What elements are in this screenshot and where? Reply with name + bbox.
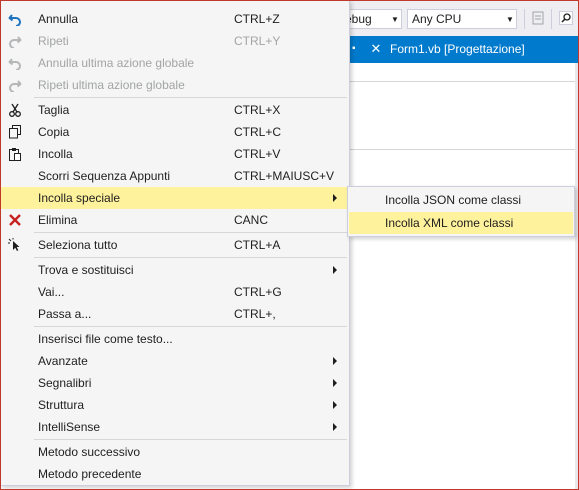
chevron-down-icon: ▼ (506, 14, 514, 24)
platform-combo[interactable]: Any CPU ▼ (407, 9, 517, 29)
menu-item-label: Vai... (38, 285, 65, 299)
copy-icon (7, 124, 23, 140)
menu-item-metodo-precedente[interactable]: Metodo precedente (1, 463, 349, 485)
menu-item-metodo-successivo[interactable]: Metodo successivo (1, 441, 349, 463)
menu-separator (34, 97, 347, 98)
submenu-arrow-icon (333, 401, 337, 409)
menu-item-label: Segnalibri (38, 376, 92, 390)
submenu-item-incolla-json[interactable]: Incolla JSON come classi (349, 189, 573, 211)
menu-item-label: Trova e sostituisci (38, 263, 134, 277)
menu-item-inserisci-file[interactable]: Inserisci file come testo... (1, 328, 349, 350)
menu-separator (34, 326, 347, 327)
submenu-arrow-icon (333, 379, 337, 387)
menu-item-label: IntelliSense (38, 420, 101, 434)
menu-item-label: Metodo successivo (38, 445, 141, 459)
menu-item-shortcut: CTRL+MAIUSC+V (234, 169, 335, 183)
menu-item-annulla[interactable]: Annulla CTRL+Z (1, 8, 349, 30)
menu-item-shortcut: CTRL+Z (234, 12, 280, 26)
menu-item-label: Annulla (38, 12, 79, 26)
menu-item-shortcut: CTRL+, (234, 307, 276, 321)
tab-label: Form1.vb [Progettazione] (390, 41, 525, 56)
menu-separator (34, 257, 347, 258)
menu-item-label: Annulla ultima azione globale (38, 56, 195, 70)
global-redo-icon (7, 77, 23, 93)
pin-icon[interactable]: ▪ (352, 43, 364, 54)
designer-divider (350, 81, 575, 82)
menu-item-shortcut: CTRL+G (234, 285, 282, 299)
vertical-scrollbar[interactable] (575, 63, 579, 490)
search-toolbar-button[interactable] (558, 10, 574, 26)
menu-item-label: Metodo precedente (38, 467, 142, 481)
menu-item-ripeti[interactable]: Ripeti CTRL+Y (1, 30, 349, 52)
menu-item-label: Ripeti ultima azione globale (38, 78, 185, 92)
menu-item-label: Scorri Sequenza Appunti (38, 169, 171, 183)
paste-icon (7, 146, 23, 162)
menu-item-seleziona-tutto[interactable]: Seleziona tutto CTRL+A (1, 234, 349, 256)
close-icon[interactable]: ✕ (368, 41, 384, 57)
platform-combo-value: Any CPU (412, 12, 462, 26)
menu-item-segnalibri[interactable]: Segnalibri (1, 372, 349, 394)
menu-item-incolla[interactable]: Incolla CTRL+V (1, 143, 349, 165)
menu-item-intellisense[interactable]: IntelliSense (1, 416, 349, 438)
document-icon (532, 11, 544, 25)
menu-item-copia[interactable]: Copia CTRL+C (1, 121, 349, 143)
menu-item-label: Incolla (38, 147, 73, 161)
menu-item-shortcut: CTRL+Y (234, 34, 281, 48)
menu-item-label: Avanzate (38, 354, 88, 368)
menu-item-passa-a[interactable]: Passa a... CTRL+, (1, 303, 349, 325)
menu-item-vai[interactable]: Vai... CTRL+G (1, 281, 349, 303)
menu-separator (34, 232, 347, 233)
menu-item-label: Incolla speciale (38, 191, 121, 205)
menu-item-incolla-speciale[interactable]: Incolla speciale (1, 187, 349, 209)
menu-item-label: Seleziona tutto (38, 238, 118, 252)
submenu-arrow-icon (333, 423, 337, 431)
menu-item-shortcut: CTRL+X (234, 103, 281, 117)
menu-item-struttura[interactable]: Struttura (1, 394, 349, 416)
menu-item-label: Ripeti (38, 34, 69, 48)
menu-item-label: Incolla JSON come classi (385, 193, 522, 207)
menu-item-shortcut: CTRL+V (234, 147, 281, 161)
toolbar-separator (524, 9, 525, 29)
undo-icon (7, 11, 23, 27)
menu-item-scorri-appunti[interactable]: Scorri Sequenza Appunti CTRL+MAIUSC+V (1, 165, 349, 187)
menu-item-elimina[interactable]: Elimina CANC (1, 209, 349, 231)
menu-item-label: Elimina (38, 213, 78, 227)
menu-item-taglia[interactable]: Taglia CTRL+X (1, 99, 349, 121)
redo-icon (7, 33, 23, 49)
chevron-down-icon: ▼ (391, 14, 399, 24)
menu-item-annulla-globale[interactable]: Annulla ultima azione globale (1, 52, 349, 74)
global-undo-icon (7, 55, 23, 71)
edit-context-menu: Annulla CTRL+Z Ripeti CTRL+Y Annulla ult… (0, 0, 350, 486)
menu-item-shortcut: CTRL+A (234, 238, 281, 252)
submenu-arrow-icon (333, 194, 337, 202)
menu-item-shortcut: CANC (234, 213, 269, 227)
menu-item-label: Passa a... (38, 307, 92, 321)
delete-icon (7, 212, 23, 228)
menu-item-trova-sostituisci[interactable]: Trova e sostituisci (1, 259, 349, 281)
paste-special-submenu: Incolla JSON come classi Incolla XML com… (347, 186, 575, 237)
menu-item-ripeti-globale[interactable]: Ripeti ultima azione globale (1, 74, 349, 96)
menu-item-avanzate[interactable]: Avanzate (1, 350, 349, 372)
search-icon (559, 11, 573, 25)
submenu-arrow-icon (333, 357, 337, 365)
designer-divider (350, 149, 575, 150)
tab-form1-designer[interactable]: ▪ ✕ Form1.vb [Progettazione] (348, 36, 579, 61)
select-all-icon (7, 237, 23, 253)
menu-item-shortcut: CTRL+C (234, 125, 282, 139)
submenu-item-incolla-xml[interactable]: Incolla XML come classi (349, 212, 573, 234)
cut-icon (7, 102, 23, 118)
menu-item-label: Struttura (38, 398, 85, 412)
menu-item-label: Inserisci file come testo... (38, 332, 173, 346)
attach-toolbar-button[interactable] (530, 10, 546, 26)
menu-separator (34, 439, 347, 440)
menu-item-label: Taglia (38, 103, 70, 117)
toolbar-separator (551, 9, 552, 29)
menu-item-label: Incolla XML come classi (385, 216, 514, 230)
menu-item-label: Copia (38, 125, 70, 139)
submenu-arrow-icon (333, 266, 337, 274)
